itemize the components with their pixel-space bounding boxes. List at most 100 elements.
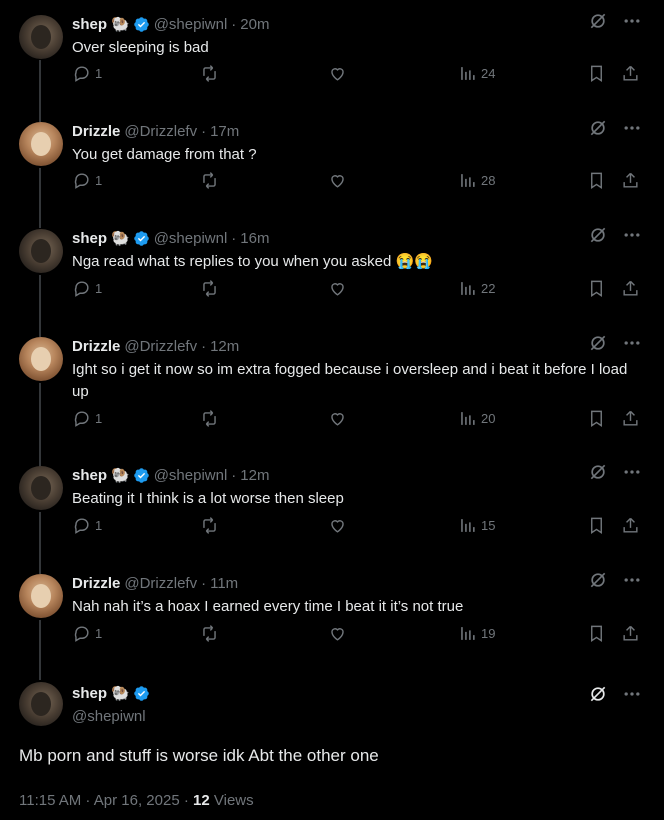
views-count: 15 (481, 517, 496, 533)
like-button[interactable] (328, 279, 347, 298)
views-icon (461, 518, 475, 532)
display-name[interactable]: Drizzle (72, 575, 120, 592)
display-name[interactable]: shep (72, 16, 107, 33)
user-handle[interactable]: @shepiwnl (154, 16, 228, 33)
retweet-button[interactable] (200, 64, 219, 83)
share-button[interactable] (621, 624, 640, 643)
action-bar: 1 28 (72, 168, 647, 192)
user-handle[interactable]: @shepiwnl (154, 230, 228, 247)
user-handle[interactable]: @Drizzlefv (124, 123, 197, 140)
views-button[interactable]: 28 (458, 171, 495, 190)
bookmark-button[interactable] (587, 279, 606, 298)
avatar[interactable] (19, 466, 63, 510)
main-display-name[interactable]: shep 🐏 (72, 684, 150, 702)
avatar[interactable] (19, 229, 63, 273)
more-icon[interactable] (622, 570, 642, 590)
reply-count: 1 (95, 410, 103, 426)
grok-icon[interactable] (588, 225, 608, 245)
share-button[interactable] (621, 171, 640, 190)
share-button[interactable] (621, 279, 640, 298)
display-name[interactable]: shep (72, 467, 107, 484)
timestamp[interactable]: 20m (240, 16, 269, 33)
like-button[interactable] (328, 171, 347, 190)
views-label: Views (213, 792, 254, 809)
separator-dot: · (201, 574, 207, 592)
more-icon[interactable] (622, 11, 642, 31)
separator-dot: · (231, 15, 237, 33)
views-button[interactable]: 15 (458, 516, 495, 535)
avatar[interactable] (19, 682, 63, 726)
timestamp[interactable]: 12m (240, 467, 269, 484)
like-button[interactable] (328, 409, 347, 428)
share-button[interactable] (621, 64, 640, 83)
like-icon (331, 67, 344, 81)
bookmark-button[interactable] (587, 409, 606, 428)
retweet-button[interactable] (200, 279, 219, 298)
avatar[interactable] (19, 337, 63, 381)
more-icon[interactable] (622, 118, 642, 138)
display-name[interactable]: shep (72, 230, 107, 247)
display-name[interactable]: Drizzle (72, 338, 120, 355)
action-bar: 1 20 (72, 406, 647, 430)
retweet-button[interactable] (200, 624, 219, 643)
retweet-button[interactable] (200, 171, 219, 190)
grok-icon[interactable] (588, 684, 608, 704)
share-button[interactable] (621, 516, 640, 535)
tweet-text: Over sleeping is bad (72, 39, 209, 56)
reply-button[interactable]: 1 (72, 624, 102, 643)
timestamp[interactable]: 12m (210, 338, 239, 355)
grok-icon[interactable] (588, 462, 608, 482)
share-icon (623, 280, 638, 296)
views-button[interactable]: 19 (458, 624, 495, 643)
timestamp[interactable]: 11m (210, 575, 238, 592)
avatar[interactable] (19, 122, 63, 166)
retweet-button[interactable] (200, 516, 219, 535)
display-name[interactable]: Drizzle (72, 123, 120, 140)
user-handle[interactable]: @Drizzlefv (124, 338, 197, 355)
more-icon[interactable] (622, 462, 642, 482)
bookmark-button[interactable] (587, 171, 606, 190)
tweet-text: Nga read what ts replies to you when you… (72, 253, 433, 270)
name-emoji: 🐏 (111, 685, 130, 702)
display-name[interactable]: shep (72, 685, 107, 702)
reply-button[interactable]: 1 (72, 171, 102, 190)
avatar[interactable] (19, 15, 63, 59)
reply-icon (74, 625, 89, 642)
reply-button[interactable]: 1 (72, 279, 102, 298)
views-button[interactable]: 20 (458, 409, 495, 428)
reply-button[interactable]: 1 (72, 64, 102, 83)
views-count: 22 (481, 280, 496, 296)
views-button[interactable]: 22 (458, 279, 495, 298)
separator-dot: · (231, 229, 237, 247)
user-handle[interactable]: @shepiwnl (154, 467, 228, 484)
more-icon[interactable] (622, 333, 642, 353)
grok-icon[interactable] (588, 11, 608, 31)
bookmark-button[interactable] (587, 64, 606, 83)
main-timestamp[interactable]: 11:15 AM · Apr 16, 2025 (19, 792, 180, 809)
more-icon[interactable] (622, 684, 642, 704)
avatar[interactable] (19, 574, 63, 618)
retweet-button[interactable] (200, 409, 219, 428)
more-icon[interactable] (622, 225, 642, 245)
reply-button[interactable]: 1 (72, 409, 102, 428)
grok-icon[interactable] (588, 333, 608, 353)
like-button[interactable] (328, 516, 347, 535)
timestamp[interactable]: 17m (210, 123, 239, 140)
separator-dot: · (201, 122, 207, 140)
grok-icon[interactable] (588, 118, 608, 138)
views-button[interactable]: 24 (458, 64, 495, 83)
action-bar: 1 24 (72, 61, 647, 85)
reply-button[interactable]: 1 (72, 516, 102, 535)
like-button[interactable] (328, 64, 347, 83)
main-tweet-text: Mb porn and stuff is worse idk Abt the o… (19, 746, 379, 765)
timestamp[interactable]: 16m (240, 230, 269, 247)
user-handle[interactable]: @Drizzlefv (124, 575, 197, 592)
share-button[interactable] (621, 409, 640, 428)
bookmark-button[interactable] (587, 516, 606, 535)
main-user-handle[interactable]: @shepiwnl (72, 708, 146, 725)
bookmark-button[interactable] (587, 624, 606, 643)
grok-icon[interactable] (588, 570, 608, 590)
like-button[interactable] (328, 624, 347, 643)
views-count: 20 (481, 410, 496, 426)
thread-line (39, 275, 41, 337)
